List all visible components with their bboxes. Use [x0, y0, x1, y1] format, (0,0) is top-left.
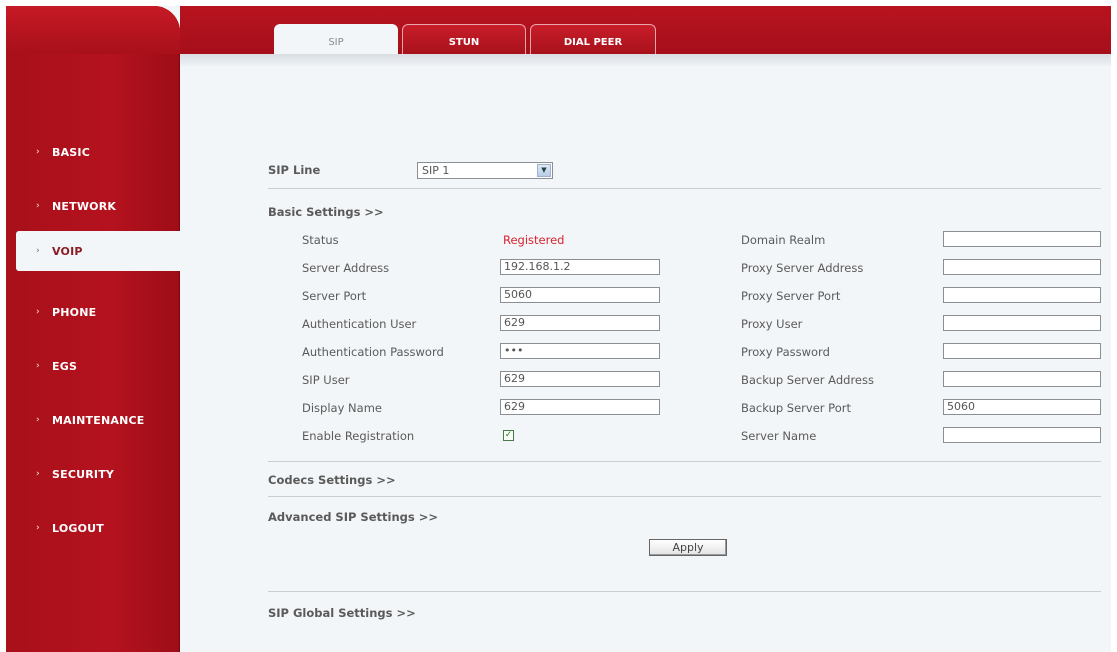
- proxy-user-label: Proxy User: [741, 317, 803, 331]
- sidebar-item-network[interactable]: › NETWORK: [6, 186, 180, 226]
- sidebar-item-label: MAINTENANCE: [52, 413, 145, 427]
- top-bar: SIP STUN DIAL PEER: [180, 6, 1111, 60]
- basic-settings-header[interactable]: Basic Settings >>: [268, 205, 384, 219]
- sidebar-item-label: VOIP: [52, 244, 83, 258]
- enable-registration-label: Enable Registration: [302, 429, 415, 443]
- backup-server-address-label: Backup Server Address: [741, 373, 874, 387]
- divider: [268, 188, 1101, 189]
- divider: [268, 496, 1101, 497]
- divider: [268, 591, 1101, 592]
- auth-user-input[interactable]: 629: [500, 315, 660, 331]
- auth-password-label: Authentication Password: [302, 345, 444, 359]
- proxy-user-input[interactable]: [943, 315, 1101, 331]
- sip-global-settings-header[interactable]: SIP Global Settings >>: [268, 606, 416, 620]
- status-value: Registered: [503, 233, 565, 247]
- sidebar-item-label: NETWORK: [52, 199, 117, 213]
- display-name-input[interactable]: 629: [500, 399, 660, 415]
- codecs-settings-header[interactable]: Codecs Settings >>: [268, 473, 396, 487]
- backup-server-port-label: Backup Server Port: [741, 401, 851, 415]
- chevron-right-icon: ›: [36, 415, 40, 425]
- sip-line-label: SIP Line: [268, 163, 321, 177]
- domain-realm-label: Domain Realm: [741, 233, 826, 247]
- server-address-input[interactable]: 192.168.1.2: [500, 259, 660, 275]
- divider: [268, 461, 1101, 462]
- sidebar-item-voip[interactable]: › VOIP: [16, 231, 186, 271]
- chevron-right-icon: ›: [36, 361, 40, 371]
- sip-user-label: SIP User: [302, 373, 350, 387]
- status-label: Status: [302, 233, 339, 247]
- sip-line-select[interactable]: SIP 1 ▼: [417, 162, 553, 179]
- chevron-down-icon: ▼: [537, 164, 551, 177]
- apply-button[interactable]: Apply: [649, 539, 727, 556]
- top-bar-shadow: [180, 54, 1111, 66]
- server-port-label: Server Port: [302, 289, 367, 303]
- auth-user-label: Authentication User: [302, 317, 417, 331]
- backup-server-port-input[interactable]: 5060: [943, 399, 1101, 415]
- sidebar-header: [6, 6, 180, 54]
- proxy-password-label: Proxy Password: [741, 345, 830, 359]
- backup-server-address-input[interactable]: [943, 371, 1101, 387]
- sidebar-item-egs[interactable]: › EGS: [6, 346, 180, 386]
- sidebar-item-logout[interactable]: › LOGOUT: [6, 508, 180, 548]
- sidebar-item-label: EGS: [52, 359, 78, 373]
- server-port-input[interactable]: 5060: [500, 287, 660, 303]
- sidebar-item-label: LOGOUT: [52, 521, 104, 535]
- chevron-right-icon: ›: [36, 147, 40, 157]
- sidebar-item-basic[interactable]: › BASIC: [6, 132, 180, 172]
- proxy-server-port-input[interactable]: [943, 287, 1101, 303]
- sidebar-item-label: SECURITY: [52, 467, 115, 481]
- tab-label: STUN: [448, 37, 480, 48]
- sidebar-item-maintenance[interactable]: › MAINTENANCE: [6, 400, 180, 440]
- sip-line-value: SIP 1: [422, 164, 450, 177]
- tab-label: DIAL PEER: [563, 37, 623, 48]
- advanced-sip-settings-header[interactable]: Advanced SIP Settings >>: [268, 510, 438, 524]
- chevron-right-icon: ›: [36, 307, 40, 317]
- enable-registration-checkbox[interactable]: ✓: [503, 430, 514, 441]
- server-name-input[interactable]: [943, 427, 1101, 443]
- proxy-server-port-label: Proxy Server Port: [741, 289, 841, 303]
- auth-password-input[interactable]: •••: [500, 343, 660, 359]
- sidebar-item-phone[interactable]: › PHONE: [6, 292, 180, 332]
- sidebar: › BASIC › NETWORK › VOIP › PHONE › EGS ›…: [6, 6, 186, 652]
- chevron-right-icon: ›: [36, 469, 40, 479]
- domain-realm-input[interactable]: [943, 231, 1101, 247]
- chevron-right-icon: ›: [36, 201, 40, 211]
- proxy-server-address-input[interactable]: [943, 259, 1101, 275]
- server-address-label: Server Address: [302, 261, 390, 275]
- proxy-server-address-label: Proxy Server Address: [741, 261, 864, 275]
- display-name-label: Display Name: [302, 401, 382, 415]
- chevron-right-icon: ›: [36, 523, 40, 533]
- tab-label: SIP: [328, 36, 344, 48]
- chevron-right-icon: ›: [36, 246, 40, 256]
- sidebar-item-security[interactable]: › SECURITY: [6, 454, 180, 494]
- sidebar-item-label: PHONE: [52, 305, 97, 319]
- server-name-label: Server Name: [741, 429, 817, 443]
- sidebar-item-label: BASIC: [52, 145, 90, 159]
- proxy-password-input[interactable]: [943, 343, 1101, 359]
- sip-user-input[interactable]: 629: [500, 371, 660, 387]
